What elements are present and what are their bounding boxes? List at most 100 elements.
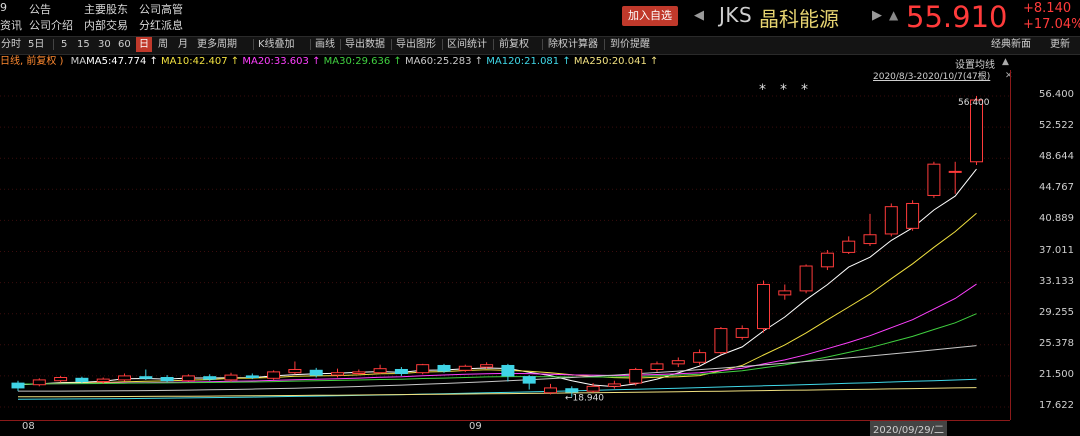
low-price-label: ←18.940 [565, 393, 604, 403]
tab-5min[interactable]: 5 [61, 37, 67, 52]
candle-body[interactable] [863, 234, 877, 245]
candle-body[interactable] [778, 290, 792, 296]
candle-body[interactable] [331, 372, 344, 376]
export-data-button[interactable]: 导出数据 [345, 37, 385, 52]
ma-legend-item: MA20:33.603 ↑ [242, 56, 324, 67]
candle-body[interactable] [160, 377, 174, 382]
nav-item-news[interactable]: 资讯 [0, 17, 22, 33]
prev-stock-icon[interactable]: ◀ [694, 8, 704, 23]
candle-body[interactable] [458, 365, 472, 371]
candle-body[interactable] [714, 328, 728, 354]
toolbar-divider [340, 39, 341, 50]
toolbar-divider [53, 39, 54, 50]
update-button[interactable]: 更新 [1050, 37, 1070, 52]
candle-body[interactable] [11, 382, 25, 389]
candle-body[interactable] [75, 377, 89, 383]
tab-weekly[interactable]: 周 [158, 37, 168, 52]
candle-body[interactable] [224, 374, 238, 381]
tab-intraday[interactable]: 分时 [1, 37, 21, 52]
triangle-icon[interactable]: ▲ [1002, 57, 1009, 67]
candle-body[interactable] [501, 364, 515, 377]
candle-body[interactable] [416, 364, 430, 374]
candle-body[interactable] [181, 375, 195, 382]
candle-body[interactable] [735, 328, 749, 338]
candle-body[interactable] [906, 202, 920, 229]
candle-body[interactable] [565, 388, 579, 393]
tab-15min[interactable]: 15 [77, 37, 90, 52]
candle-body[interactable] [309, 369, 323, 376]
candle-body[interactable] [607, 383, 621, 387]
tab-daily[interactable]: 日 [136, 37, 152, 52]
candle-body[interactable] [629, 368, 643, 384]
candle-body[interactable] [927, 163, 941, 196]
candle-body[interactable] [139, 376, 153, 379]
ma-line-5 [17, 168, 977, 388]
nav-item-dividends[interactable]: 分红派息 [139, 17, 183, 33]
candle-body[interactable] [522, 376, 536, 384]
nav-item-company-profile[interactable]: 公司介绍 [29, 17, 73, 33]
y-tick-label: 37.011 [1039, 244, 1074, 256]
classic-view-button[interactable]: 经典新面 [991, 37, 1031, 52]
stock-ticker: JKS [719, 3, 753, 27]
high-price-label: 56.400 [958, 98, 990, 108]
candle-body[interactable] [586, 385, 600, 392]
y-tick-label: 44.767 [1039, 182, 1074, 194]
chart-type-label: 日线, 前复权 [0, 56, 57, 67]
candle-body[interactable] [799, 265, 813, 292]
tab-60min[interactable]: 60 [118, 37, 131, 52]
candle-body[interactable] [820, 252, 834, 268]
candle-body[interactable] [267, 371, 281, 379]
tab-30min[interactable]: 30 [98, 37, 111, 52]
toolbar-divider [391, 39, 392, 50]
nav-item-major-shareholders[interactable]: 主要股东 [84, 1, 128, 17]
candle-body[interactable] [480, 364, 494, 368]
candle-body[interactable] [288, 368, 302, 374]
draw-line-button[interactable]: 画线 [315, 37, 335, 52]
price-change: +8.140 [1023, 1, 1072, 16]
ex-rights-calculator-button[interactable]: 除权计算器 [548, 37, 598, 52]
nav-item-9[interactable]: 9 [0, 1, 7, 14]
tab-monthly[interactable]: 月 [178, 37, 188, 52]
kline-overlay-menu[interactable]: K线叠加 [258, 37, 295, 52]
candlestick-chart[interactable]: 56.400 ←18.940 [0, 70, 1080, 435]
export-chart-button[interactable]: 导出图形 [396, 37, 436, 52]
y-tick-label: 52.522 [1039, 120, 1074, 132]
candle-body[interactable] [650, 363, 664, 370]
y-tick-label: 21.500 [1039, 368, 1074, 380]
candle-body[interactable] [842, 240, 856, 253]
candle-body[interactable] [245, 375, 259, 379]
cursor-date-flag: 2020/09/29/二 [870, 421, 948, 436]
nav-item-executives[interactable]: 公司高管 [139, 1, 183, 17]
candle-body[interactable] [693, 352, 707, 363]
more-periods-menu[interactable]: 更多周期 [197, 37, 237, 52]
candle-body[interactable] [394, 368, 408, 374]
price-alert-button[interactable]: 到价提醒 [610, 37, 650, 52]
candle-body[interactable] [544, 387, 557, 394]
more-icon[interactable]: *** [759, 82, 822, 98]
ma-legend-item: MA250:20.041 ↑ [573, 56, 659, 67]
y-tick-label: 33.133 [1039, 275, 1074, 287]
candle-body[interactable] [437, 364, 451, 372]
add-watchlist-button[interactable]: 加入自选 [622, 6, 678, 26]
candle-body[interactable] [970, 99, 983, 163]
candle-body[interactable] [671, 360, 685, 365]
range-stats-button[interactable]: 区间统计 [447, 37, 487, 52]
candle-body[interactable] [32, 379, 46, 386]
forward-adjust-menu[interactable]: 前复权 [499, 37, 529, 52]
dropdown-icon[interactable]: ) [60, 56, 64, 67]
candle-body[interactable] [757, 283, 770, 330]
nav-item-announcement[interactable]: 公告 [29, 1, 51, 17]
candle-body[interactable] [373, 368, 387, 374]
nav-item-insider-trading[interactable]: 内部交易 [84, 17, 128, 33]
y-tick-label: 25.378 [1039, 337, 1074, 349]
candle-body[interactable] [948, 170, 962, 173]
bell-icon[interactable]: ▲ [889, 8, 898, 22]
tab-5day[interactable]: 5日 [28, 37, 44, 52]
next-stock-icon[interactable]: ▶ [872, 8, 882, 23]
candle-body[interactable] [352, 371, 366, 374]
candle-body[interactable] [884, 206, 898, 235]
candle-body[interactable] [96, 378, 110, 383]
candle-body[interactable] [54, 377, 68, 382]
candle-body[interactable] [203, 376, 217, 380]
candle-body[interactable] [118, 375, 131, 381]
